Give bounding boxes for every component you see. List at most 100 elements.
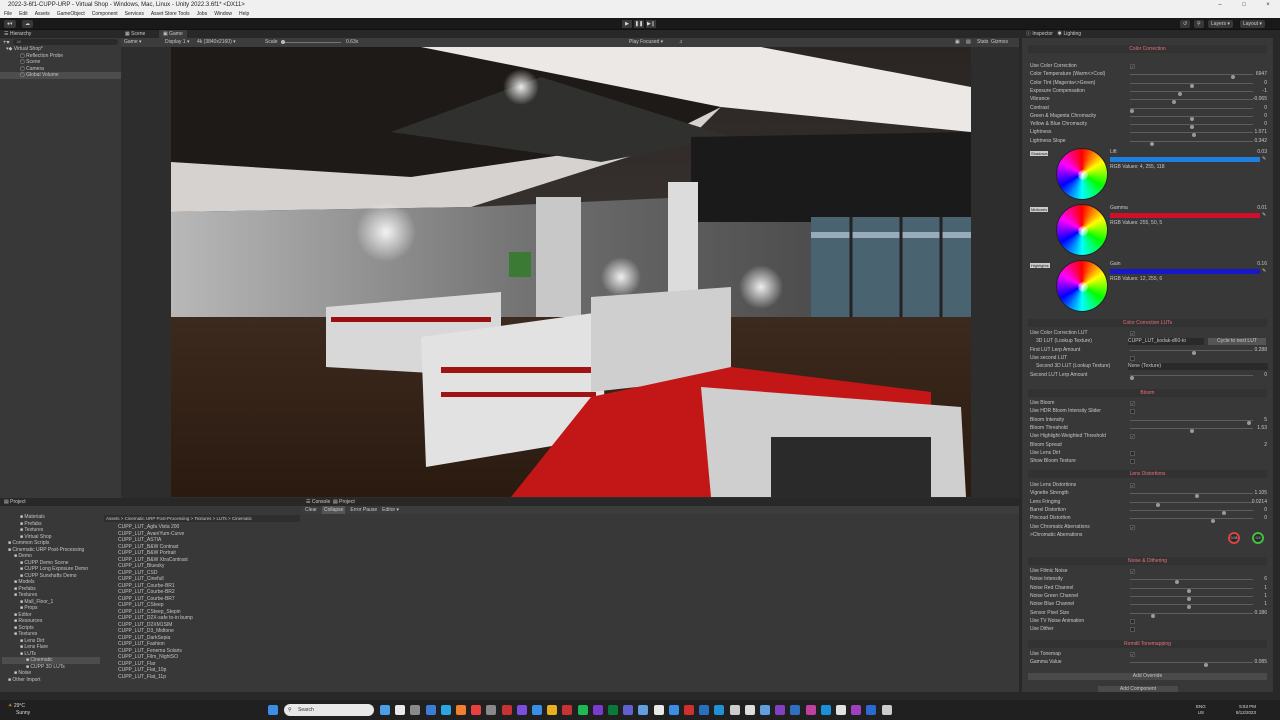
stats-button[interactable]: Stats <box>977 38 988 47</box>
bloom-row-0-value[interactable]: 5 <box>1264 417 1267 424</box>
cc-row-1-slider[interactable] <box>1130 82 1253 88</box>
taskbar-app-icon[interactable] <box>410 705 421 715</box>
step-button[interactable]: ▶❙ <box>646 20 656 28</box>
color-wheel-0[interactable] <box>1056 148 1108 200</box>
maximize-view-icon[interactable]: ▣ <box>955 38 960 47</box>
menu-item-5[interactable]: Services <box>125 10 144 18</box>
gamepad-icon[interactable]: ▤ <box>966 38 971 47</box>
clock[interactable]: 5:53 PM 8/12/2023 <box>1236 704 1256 716</box>
tab-project-2[interactable]: ▤ Project <box>333 499 355 505</box>
weather-widget[interactable]: ☀ 29°C Sunny <box>8 703 30 717</box>
taskbar-app-icon[interactable] <box>775 705 786 715</box>
taskbar-app-icon[interactable] <box>668 705 679 715</box>
cc-row-3-slider[interactable] <box>1130 99 1253 105</box>
taskbar-app-icon[interactable] <box>744 705 755 715</box>
tab-console[interactable]: ☰ Console <box>306 499 330 505</box>
cc-row-2-slider[interactable] <box>1130 90 1253 96</box>
lens-row-3-slider[interactable] <box>1130 518 1253 524</box>
taskbar-app-icon[interactable] <box>425 705 436 715</box>
hierarchy-tab[interactable]: ☰ Hierarchy <box>0 30 121 38</box>
chromatic-knob[interactable]: 0.08 <box>1228 532 1240 544</box>
noise-row-1-value[interactable]: 1 <box>1264 585 1267 592</box>
taskbar-app-icon[interactable] <box>486 705 497 715</box>
lens-row-1-slider[interactable] <box>1130 501 1253 507</box>
hierarchy-search-input[interactable]: All <box>12 39 118 45</box>
taskbar-search[interactable]: ⚲ Search <box>284 704 374 716</box>
wheel-value[interactable]: 0.01 <box>1257 205 1267 212</box>
cc-row-8-slider-knob[interactable] <box>1150 141 1155 146</box>
layers-dropdown[interactable]: Layers ▾ <box>1208 20 1233 28</box>
close-icon[interactable]: × <box>1256 0 1280 10</box>
taskbar-app-icon[interactable] <box>592 705 603 715</box>
noise-row-2-slider[interactable] <box>1130 595 1253 601</box>
use-chromatic-checkbox[interactable]: ✓ <box>1130 524 1135 530</box>
taskbar-app-icon[interactable] <box>547 705 558 715</box>
minimize-icon[interactable]: – <box>1208 0 1232 10</box>
cc-row-5-value[interactable]: 0 <box>1264 113 1267 120</box>
wheel-value[interactable]: 0.16 <box>1257 261 1267 268</box>
menu-item-3[interactable]: GameObject <box>57 10 85 18</box>
taskbar-app-icon[interactable] <box>440 705 451 715</box>
noise-row-3-value[interactable]: 1 <box>1264 601 1267 608</box>
menu-item-7[interactable]: Jobs <box>197 10 208 18</box>
add-override-button[interactable]: Add Override <box>1028 673 1267 680</box>
tv-noise-checkbox[interactable] <box>1130 618 1135 624</box>
wheel-value[interactable]: 0.03 <box>1257 149 1267 156</box>
cloud-icon[interactable]: ☁ <box>22 20 33 28</box>
eyedropper-icon[interactable]: ✎ <box>1262 212 1266 218</box>
speaker-icon[interactable]: ♫ <box>679 38 683 47</box>
maximize-icon[interactable]: □ <box>1232 0 1256 10</box>
breadcrumb[interactable]: Assets > Cinematic URP Post-Processing >… <box>104 515 300 522</box>
eyedropper-icon[interactable]: ✎ <box>1262 156 1266 162</box>
noise-row-1-slider[interactable] <box>1130 587 1253 593</box>
noise-row-4-value[interactable]: 0.186 <box>1254 610 1267 617</box>
error-pause-button[interactable]: Error Pause <box>350 506 377 514</box>
noise-row-3-slider[interactable] <box>1130 604 1253 610</box>
use-bloom-checkbox[interactable]: ✓ <box>1130 401 1135 406</box>
taskbar-app-icon[interactable] <box>866 705 877 715</box>
highlight-threshold-checkbox[interactable]: ✓ <box>1130 434 1135 440</box>
taskbar-app-icon[interactable] <box>684 705 694 715</box>
use-second-lut-checkbox[interactable] <box>1130 355 1135 361</box>
taskbar-app-icon[interactable] <box>851 705 862 715</box>
taskbar-app-icon[interactable] <box>562 705 573 715</box>
taskbar-app-icon[interactable] <box>653 705 664 715</box>
gamma-value-slider-knob[interactable] <box>1203 663 1208 668</box>
taskbar-app-icon[interactable] <box>729 705 740 715</box>
use-lut-checkbox[interactable]: ✓ <box>1130 331 1135 336</box>
use-tonemap-checkbox[interactable]: ✓ <box>1130 652 1135 657</box>
taskbar-app-icon[interactable] <box>532 705 542 715</box>
play-button[interactable]: ▶ <box>622 20 632 28</box>
tab-inspector[interactable]: ⓘ Inspector <box>1026 31 1053 37</box>
taskbar-app-icon[interactable] <box>881 705 892 715</box>
gizmos-dropdown[interactable]: Gizmos <box>991 38 1008 47</box>
lens-row-0-slider[interactable] <box>1130 493 1253 499</box>
use-filmic-noise-checkbox[interactable]: ✓ <box>1130 569 1135 574</box>
taskbar-app-icon[interactable] <box>714 705 725 715</box>
cc-row-3-value[interactable]: -0.065 <box>1253 96 1267 103</box>
taskbar-app-icon[interactable] <box>577 705 588 715</box>
use-dither-checkbox[interactable] <box>1130 627 1135 633</box>
scale-slider[interactable] <box>281 40 341 44</box>
project-tab[interactable]: ▤ Project <box>0 498 302 506</box>
cc-row-7-value[interactable]: 1.071 <box>1254 129 1267 136</box>
taskbar-app-icon[interactable] <box>699 705 710 715</box>
editor-dropdown[interactable]: Editor ▾ <box>382 506 399 514</box>
noise-row-0-value[interactable]: 6 <box>1264 576 1267 583</box>
cc-row-0-value[interactable]: 6947 <box>1256 71 1267 78</box>
bloom-row-1-value[interactable]: 1.53 <box>1257 425 1267 432</box>
add-icon[interactable]: +▾ <box>3 39 10 46</box>
display-dropdown[interactable]: Display 1 ▾ <box>165 38 189 47</box>
use-color-correction-checkbox[interactable]: ✓ <box>1130 64 1135 69</box>
cc-row-4-value[interactable]: 0 <box>1264 105 1267 112</box>
noise-row-2-value[interactable]: 1 <box>1264 593 1267 600</box>
bloom-row-0-slider[interactable] <box>1130 419 1253 425</box>
taskbar-app-icon[interactable] <box>638 705 649 715</box>
cc-row-4-slider[interactable] <box>1130 107 1253 113</box>
menu-item-2[interactable]: Assets <box>35 10 50 18</box>
second-lut-amount-slider-knob[interactable] <box>1130 375 1134 380</box>
lens-row-2-slider[interactable] <box>1130 509 1253 515</box>
use-lens-distortions-checkbox[interactable]: ✓ <box>1130 483 1135 488</box>
taskbar-app-icon[interactable] <box>501 705 512 715</box>
collapse-button[interactable]: Collapse <box>321 506 346 514</box>
